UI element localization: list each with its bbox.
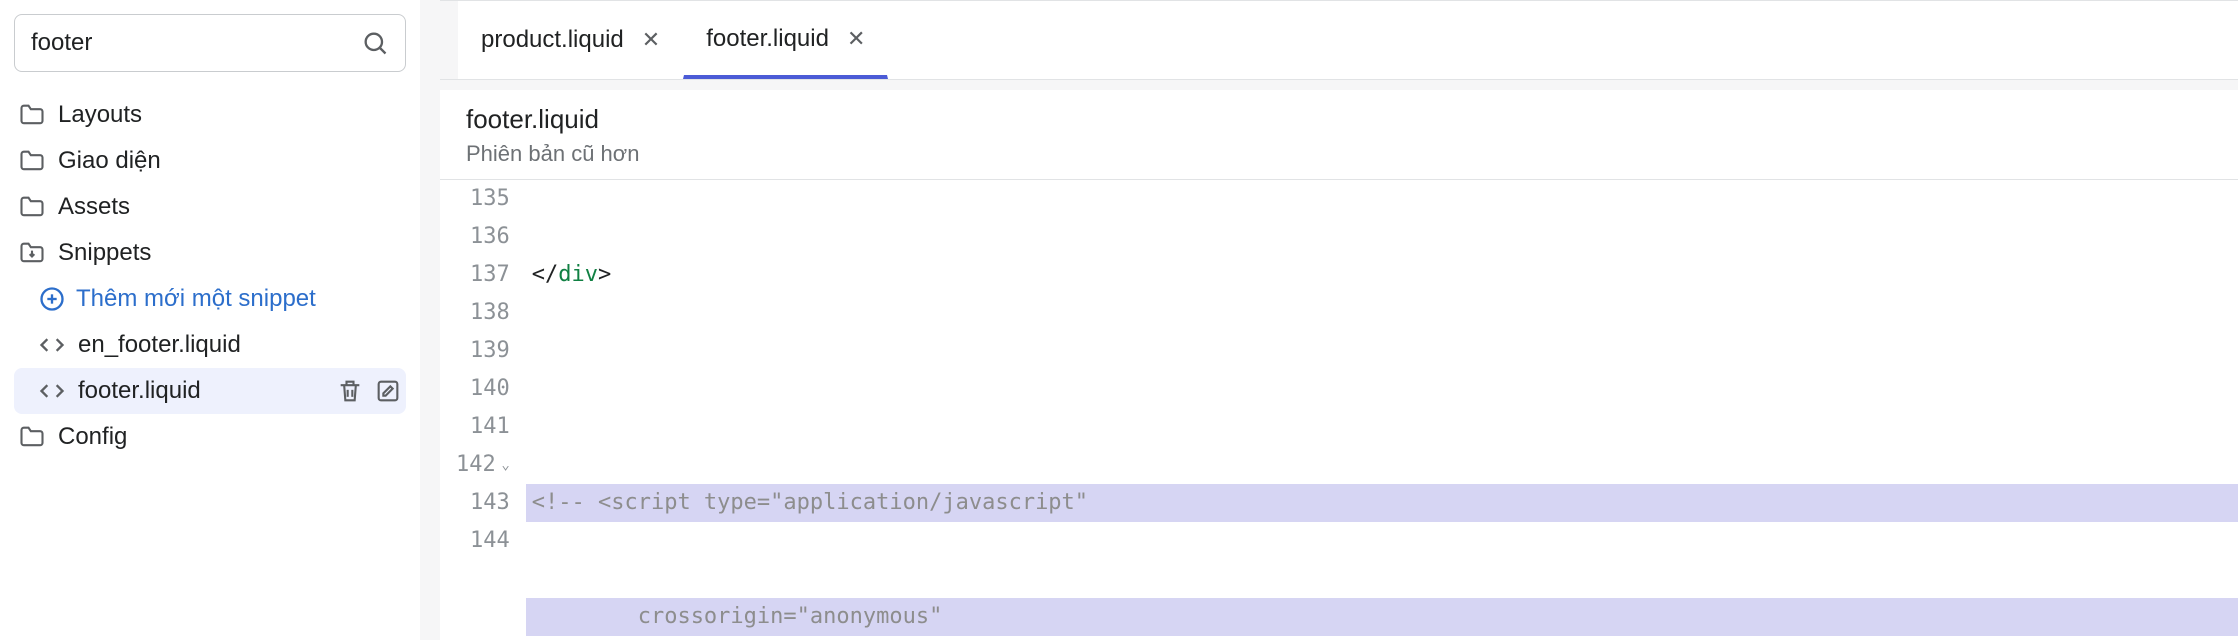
sidebar: Layouts Giao diện Assets Snippets Thêm m…	[0, 0, 420, 640]
tree-label: Giao diện	[58, 147, 161, 175]
tree-file-footer[interactable]: footer.liquid	[14, 368, 406, 414]
folder-download-icon	[18, 239, 46, 267]
add-snippet-button[interactable]: Thêm mới một snippet	[14, 276, 406, 322]
tree-item-config[interactable]: Config	[14, 414, 406, 460]
folder-icon	[18, 423, 46, 451]
folder-icon	[18, 193, 46, 221]
tree-label: Config	[58, 423, 127, 451]
main-panel: product.liquid ✕ footer.liquid ✕ footer.…	[440, 0, 2238, 640]
tree-item-snippets[interactable]: Snippets	[14, 230, 406, 276]
code-file-icon	[38, 331, 66, 359]
tree-label: footer.liquid	[78, 377, 201, 405]
plus-circle-icon	[38, 285, 66, 313]
tree-item-themes[interactable]: Giao diện	[14, 138, 406, 184]
tab-footer[interactable]: footer.liquid ✕	[683, 1, 888, 79]
line-gutter: 135 136 137 138 139 140 141 142⌄ 143 144	[440, 180, 520, 640]
folder-icon	[18, 101, 46, 129]
add-snippet-label: Thêm mới một snippet	[76, 285, 316, 313]
search-input[interactable]	[31, 29, 361, 57]
tree-label: Snippets	[58, 239, 151, 267]
edit-icon[interactable]	[374, 377, 402, 405]
file-title: footer.liquid	[466, 104, 2212, 135]
search-input-wrap[interactable]	[14, 14, 406, 72]
older-versions-link[interactable]: Phiên bản cũ hơn	[466, 141, 2212, 167]
tab-product[interactable]: product.liquid ✕	[458, 1, 683, 79]
code-line: </div>	[526, 256, 2238, 294]
fold-icon[interactable]: ⌄	[500, 446, 510, 484]
tree-label: Layouts	[58, 101, 142, 129]
tab-label: product.liquid	[481, 26, 624, 54]
code-file-icon	[38, 377, 66, 405]
code-editor[interactable]: 135 136 137 138 139 140 141 142⌄ 143 144…	[440, 180, 2238, 640]
code-line: <!-- <script type="application/javascrip…	[526, 484, 2238, 522]
tree-label: Assets	[58, 193, 130, 221]
close-icon[interactable]: ✕	[847, 28, 865, 50]
close-icon[interactable]: ✕	[642, 29, 660, 51]
tree-item-layouts[interactable]: Layouts	[14, 92, 406, 138]
folder-icon	[18, 147, 46, 175]
code-line: crossorigin="anonymous"	[526, 598, 2238, 636]
code-line	[526, 370, 2238, 408]
tree-item-assets[interactable]: Assets	[14, 184, 406, 230]
code-area[interactable]: </div> <!-- <script type="application/ja…	[520, 180, 2238, 640]
search-icon[interactable]	[361, 29, 389, 57]
tree-file-en-footer[interactable]: en_footer.liquid	[14, 322, 406, 368]
tree-label: en_footer.liquid	[78, 331, 241, 359]
tab-label: footer.liquid	[706, 25, 829, 53]
file-header: footer.liquid Phiên bản cũ hơn	[440, 90, 2238, 180]
trash-icon[interactable]	[336, 377, 364, 405]
tabs-bar: product.liquid ✕ footer.liquid ✕	[440, 0, 2238, 80]
